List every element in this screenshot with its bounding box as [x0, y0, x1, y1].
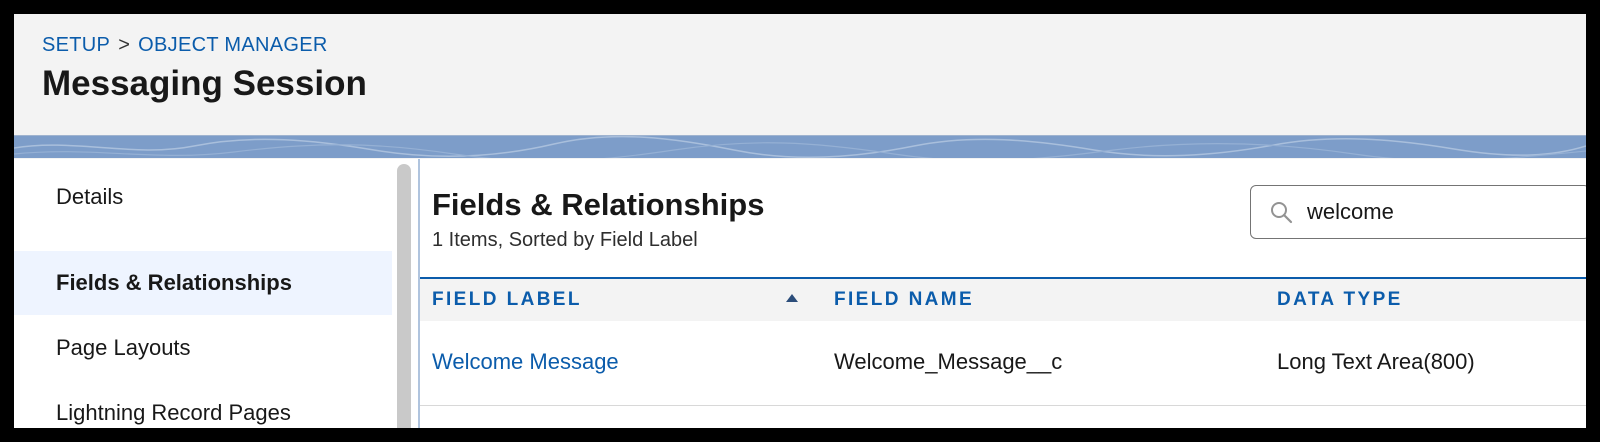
- breadcrumb: SETUP > OBJECT MANAGER: [42, 34, 328, 57]
- banner-pattern: [14, 135, 1586, 162]
- field-label-link[interactable]: Welcome Message: [432, 349, 619, 375]
- breadcrumb-setup-link[interactable]: SETUP: [42, 34, 110, 56]
- fields-list-panel: Fields & Relationships 1 Items, Sorted b…: [418, 159, 1586, 428]
- page-header: SETUP > OBJECT MANAGER Messaging Session: [14, 14, 1586, 135]
- column-header-field-name[interactable]: FIELD NAME: [834, 289, 974, 311]
- table-header: FIELD LABEL FIELD NAME DATA TYPE: [420, 277, 1586, 322]
- app-frame: SETUP > OBJECT MANAGER Messaging Session D…: [14, 14, 1586, 428]
- field-data-type: Long Text Area(800): [1277, 349, 1475, 374]
- sidebar-item-page-layouts[interactable]: Page Layouts: [14, 316, 392, 380]
- decorative-banner: [14, 135, 1586, 162]
- sidebar-item-lightning-record-pages[interactable]: Lightning Record Pages: [14, 381, 392, 428]
- sidebar-item-fields-relationships[interactable]: Fields & Relationships: [14, 251, 392, 315]
- quick-find-search[interactable]: [1250, 185, 1586, 239]
- breadcrumb-object-manager-link[interactable]: OBJECT MANAGER: [138, 34, 327, 56]
- sidebar-scrollbar-thumb[interactable]: [397, 164, 411, 428]
- object-sidebar: Details Fields & Relationships Page Layo…: [14, 159, 392, 428]
- list-title: Fields & Relationships: [432, 187, 765, 222]
- search-input[interactable]: [1307, 198, 1567, 226]
- breadcrumb-separator: >: [118, 34, 131, 56]
- sort-ascending-icon[interactable]: [786, 294, 798, 302]
- table-row: Welcome Message Welcome_Message__c Long …: [420, 321, 1586, 406]
- column-header-data-type[interactable]: DATA TYPE: [1277, 289, 1403, 311]
- field-api-name: Welcome_Message__c: [834, 349, 1063, 374]
- search-icon: [1271, 202, 1293, 224]
- page-title: Messaging Session: [42, 64, 367, 103]
- column-header-field-label[interactable]: FIELD LABEL: [432, 289, 582, 311]
- list-item-count: 1 Items, Sorted by Field Label: [432, 229, 698, 251]
- sidebar-item-details[interactable]: Details: [14, 165, 392, 229]
